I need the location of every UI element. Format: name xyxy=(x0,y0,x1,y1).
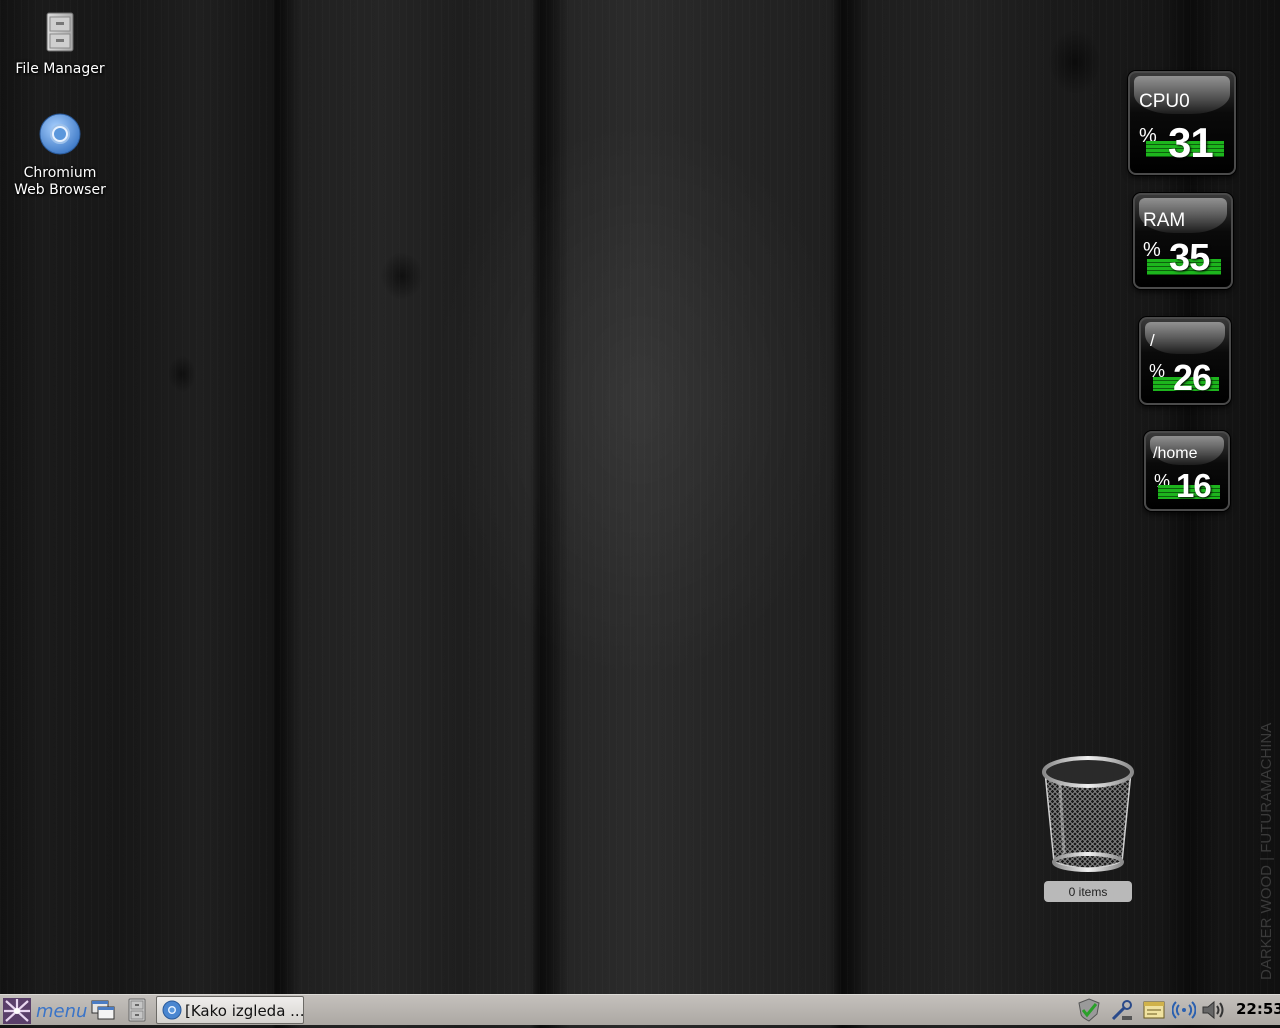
gauge-value: 16 xyxy=(1176,467,1212,504)
gauge-value: 31 xyxy=(1168,119,1214,166)
clock[interactable]: 22:53 xyxy=(1236,1000,1280,1018)
gauge-value: 35 xyxy=(1169,237,1210,279)
home-disk-gauge: /home % 16 xyxy=(1144,431,1230,511)
taskbar: menu [Kako izgleda ... 22:53 xyxy=(0,994,1280,1025)
gauge-name: CPU0 xyxy=(1139,91,1190,112)
chromium-label-line1: Chromium xyxy=(23,165,97,181)
shield-check-icon[interactable] xyxy=(1077,998,1101,1026)
file-manager-desktop-icon[interactable]: File Manager xyxy=(8,12,112,78)
wireless-icon[interactable] xyxy=(1171,998,1197,1026)
gauge-name: RAM xyxy=(1143,210,1186,231)
trash-bin-icon[interactable] xyxy=(1040,754,1136,876)
file-manager-launcher[interactable] xyxy=(124,997,150,1023)
trash-item-count: 0 items xyxy=(1044,881,1132,902)
menu-label: menu xyxy=(36,1001,88,1022)
root-disk-gauge: / % 26 xyxy=(1139,317,1231,405)
notes-icon[interactable] xyxy=(1142,998,1166,1026)
chromium-label-line2: Web Browser xyxy=(14,182,106,198)
cpu-gauge: CPU0 % 31 xyxy=(1128,71,1236,175)
network-tool-icon[interactable] xyxy=(1110,998,1134,1026)
volume-icon[interactable] xyxy=(1200,998,1226,1026)
file-manager-label: File Manager xyxy=(15,61,105,77)
start-menu-button[interactable]: menu xyxy=(0,997,90,1024)
gauge-value: 26 xyxy=(1173,357,1212,398)
file-cabinet-icon xyxy=(8,12,112,57)
gauge-name: / xyxy=(1150,331,1155,350)
windows-icon xyxy=(91,1000,115,1020)
chromium-icon xyxy=(6,112,114,161)
task-label: [Kako izgleda ... xyxy=(185,1002,305,1020)
file-cabinet-icon xyxy=(128,998,146,1022)
show-desktop-button[interactable] xyxy=(90,997,118,1023)
gauge-name: /home xyxy=(1153,445,1198,462)
wallpaper-watermark: DARKER WOOD | FUTURAMACHINA xyxy=(1258,722,1275,980)
chromium-icon xyxy=(162,1000,182,1020)
chromium-desktop-icon[interactable]: Chromium Web Browser xyxy=(6,112,114,199)
ram-gauge: RAM % 35 xyxy=(1133,193,1233,289)
taskbar-window-chromium[interactable]: [Kako izgleda ... xyxy=(156,996,304,1024)
